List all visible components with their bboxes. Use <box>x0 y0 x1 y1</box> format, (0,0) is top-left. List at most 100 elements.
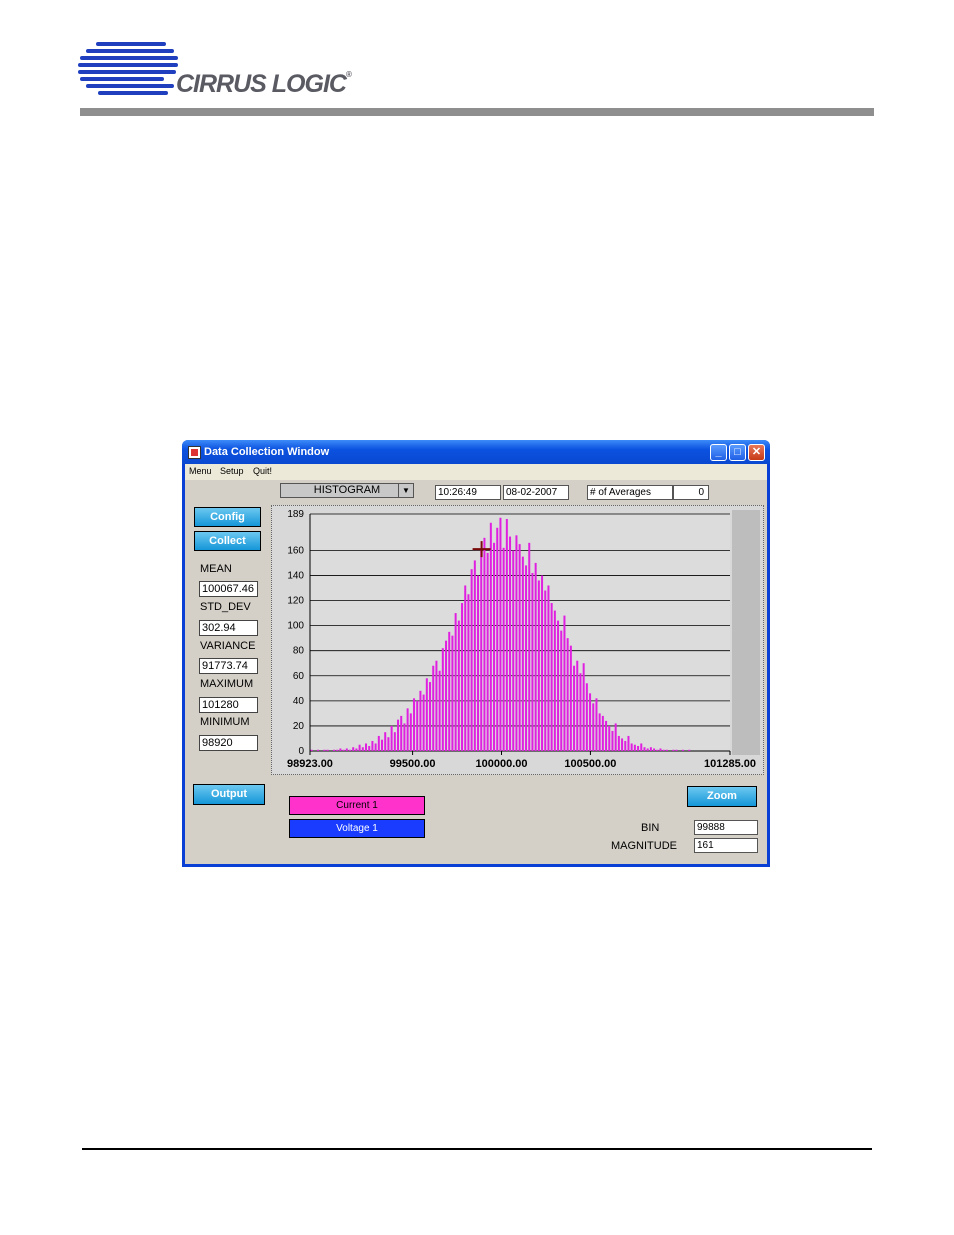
histogram-bar <box>467 594 470 751</box>
histogram-bar <box>390 725 393 751</box>
minimum-field: 98920 <box>199 735 258 751</box>
histogram-bar <box>547 585 550 751</box>
histogram-bar <box>531 572 534 751</box>
histogram-bar <box>409 713 412 751</box>
legend-voltage-button[interactable]: Voltage 1 <box>289 819 425 838</box>
legend-current-button[interactable]: Current 1 <box>289 796 425 815</box>
histogram-bar <box>582 663 585 751</box>
header-bar <box>80 108 874 116</box>
histogram-bar <box>451 635 454 751</box>
histogram-bar <box>422 694 425 751</box>
magnitude-field: 161 <box>694 838 758 853</box>
histogram-bar <box>349 749 352 751</box>
date-field: 08-02-2007 <box>503 485 569 500</box>
histogram-bar <box>557 620 560 751</box>
histogram-bar <box>371 740 374 751</box>
histogram-bar <box>358 744 361 751</box>
minimize-button[interactable]: _ <box>710 444 727 461</box>
mode-dropdown[interactable]: HISTOGRAM ▼ <box>280 483 414 498</box>
zoom-button[interactable]: Zoom <box>687 786 757 807</box>
maximize-button[interactable]: □ <box>729 444 746 461</box>
histogram-bar <box>361 747 364 751</box>
histogram-bar <box>621 738 624 751</box>
logo-text: CIRRUS LOGIC <box>176 70 347 98</box>
y-tick-label: 189 <box>287 509 304 520</box>
histogram-bar <box>592 703 595 751</box>
histogram-bar <box>461 603 464 751</box>
histogram-bar <box>419 690 422 751</box>
menu-item-menu[interactable]: Menu <box>189 466 212 476</box>
histogram-bar <box>518 544 521 751</box>
y-tick-label: 40 <box>293 696 305 707</box>
histogram-bar <box>413 698 416 751</box>
histogram-bar <box>630 743 633 751</box>
histogram-bar <box>643 747 646 751</box>
histogram-bar <box>505 519 508 751</box>
histogram-bar <box>323 749 326 751</box>
collect-button[interactable]: Collect <box>194 531 261 551</box>
histogram-bar <box>473 560 476 751</box>
histogram-bar <box>480 550 483 751</box>
histogram-bar <box>317 749 320 751</box>
menu-item-setup[interactable]: Setup <box>220 466 244 476</box>
minimum-label: MINIMUM <box>200 716 250 728</box>
histogram-bar <box>605 720 608 751</box>
histogram-bar <box>662 749 665 751</box>
histogram-bar <box>601 715 604 751</box>
histogram-bar <box>649 747 652 751</box>
histogram-bar <box>576 660 579 751</box>
menu-bar: Menu Setup Quit! <box>185 464 767 480</box>
histogram-bar <box>464 585 467 751</box>
histogram-bar <box>432 665 435 751</box>
mean-label: MEAN <box>200 563 232 575</box>
histogram-bar <box>544 590 547 751</box>
histogram-bar <box>489 522 492 751</box>
histogram-bar <box>550 603 553 751</box>
x-tick-label: 100500.00 <box>564 758 616 770</box>
window-titlebar[interactable]: Data Collection Window _ □ ✕ <box>182 440 770 464</box>
histogram-bar <box>400 715 403 751</box>
output-button[interactable]: Output <box>193 784 265 805</box>
histogram-bar <box>541 575 544 751</box>
std-dev-field: 302.94 <box>199 620 258 636</box>
y-tick-label: 100 <box>287 621 304 632</box>
averages-input[interactable]: 0 <box>673 485 709 500</box>
histogram-bar <box>425 678 428 751</box>
histogram-bar <box>528 542 531 751</box>
y-tick-label: 160 <box>287 545 304 556</box>
histogram-bar <box>573 665 576 751</box>
std-dev-label: STD_DEV <box>200 601 251 613</box>
histogram-bar <box>563 615 566 751</box>
window-client-area: Menu Setup Quit! HISTOGRAM ▼ 10:26:49 08… <box>185 464 767 864</box>
x-tick-label: 99500.00 <box>390 758 436 770</box>
chevron-down-icon[interactable]: ▼ <box>398 484 413 497</box>
config-button[interactable]: Config <box>194 507 261 527</box>
window-title: Data Collection Window <box>204 446 330 458</box>
histogram-bar <box>633 744 636 751</box>
histogram-bar <box>637 745 640 751</box>
histogram-bar <box>365 743 368 751</box>
histogram-bar <box>454 613 457 751</box>
histogram-bar <box>387 737 390 751</box>
histogram-bar <box>656 749 659 751</box>
app-icon <box>188 446 201 459</box>
bin-label: BIN <box>641 822 660 834</box>
histogram-bar <box>646 748 649 751</box>
y-tick-label: 80 <box>293 646 305 657</box>
variance-label: VARIANCE <box>200 640 256 652</box>
histogram-chart[interactable]: 0 20 40 60 80 100 120 140 160 189 98923.00 99500.00… <box>271 505 764 775</box>
histogram-bar <box>653 748 656 751</box>
histogram-bar <box>477 575 480 751</box>
menu-item-quit[interactable]: Quit! <box>253 466 272 476</box>
histogram-bar <box>688 749 691 751</box>
histogram-bar <box>493 542 496 751</box>
variance-field: 91773.74 <box>199 658 258 674</box>
histogram-bar <box>553 610 556 751</box>
histogram-bar <box>384 732 387 751</box>
histogram-bar <box>496 527 499 751</box>
histogram-bar <box>659 748 662 751</box>
histogram-bar <box>438 670 441 751</box>
close-button[interactable]: ✕ <box>748 444 765 461</box>
histogram-bar <box>566 638 569 751</box>
histogram-bar <box>579 673 582 751</box>
